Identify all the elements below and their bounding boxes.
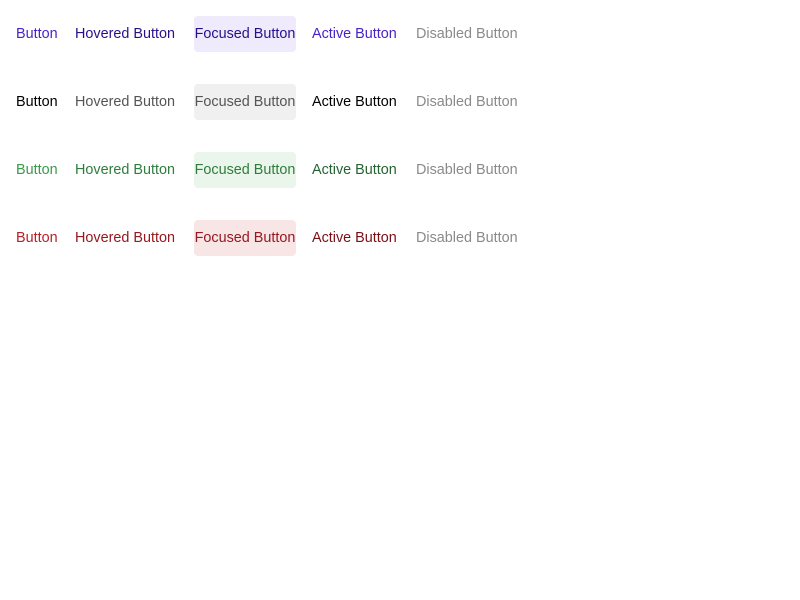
danger-hovered-button[interactable]: Hovered Button bbox=[75, 220, 175, 256]
primary-active-button[interactable]: Active Button bbox=[312, 16, 397, 52]
button-states-grid: Button Hovered Button Focused Button Act… bbox=[0, 0, 800, 600]
neutral-disabled-button: Disabled Button bbox=[416, 84, 518, 120]
button-row-neutral: Button Hovered Button Focused Button Act… bbox=[0, 84, 800, 120]
primary-disabled-button: Disabled Button bbox=[416, 16, 518, 52]
neutral-hovered-button[interactable]: Hovered Button bbox=[75, 84, 175, 120]
neutral-focused-button[interactable]: Focused Button bbox=[194, 84, 296, 120]
neutral-active-button[interactable]: Active Button bbox=[312, 84, 397, 120]
success-active-button[interactable]: Active Button bbox=[312, 152, 397, 188]
success-button[interactable]: Button bbox=[16, 152, 58, 188]
button-row-primary: Button Hovered Button Focused Button Act… bbox=[0, 16, 800, 52]
success-focused-button[interactable]: Focused Button bbox=[194, 152, 296, 188]
primary-focused-button[interactable]: Focused Button bbox=[194, 16, 296, 52]
danger-focused-button[interactable]: Focused Button bbox=[194, 220, 296, 256]
neutral-button[interactable]: Button bbox=[16, 84, 58, 120]
button-row-success: Button Hovered Button Focused Button Act… bbox=[0, 152, 800, 188]
primary-hovered-button[interactable]: Hovered Button bbox=[75, 16, 175, 52]
danger-active-button[interactable]: Active Button bbox=[312, 220, 397, 256]
primary-button[interactable]: Button bbox=[16, 16, 58, 52]
button-row-danger: Button Hovered Button Focused Button Act… bbox=[0, 220, 800, 256]
success-hovered-button[interactable]: Hovered Button bbox=[75, 152, 175, 188]
danger-button[interactable]: Button bbox=[16, 220, 58, 256]
danger-disabled-button: Disabled Button bbox=[416, 220, 518, 256]
success-disabled-button: Disabled Button bbox=[416, 152, 518, 188]
